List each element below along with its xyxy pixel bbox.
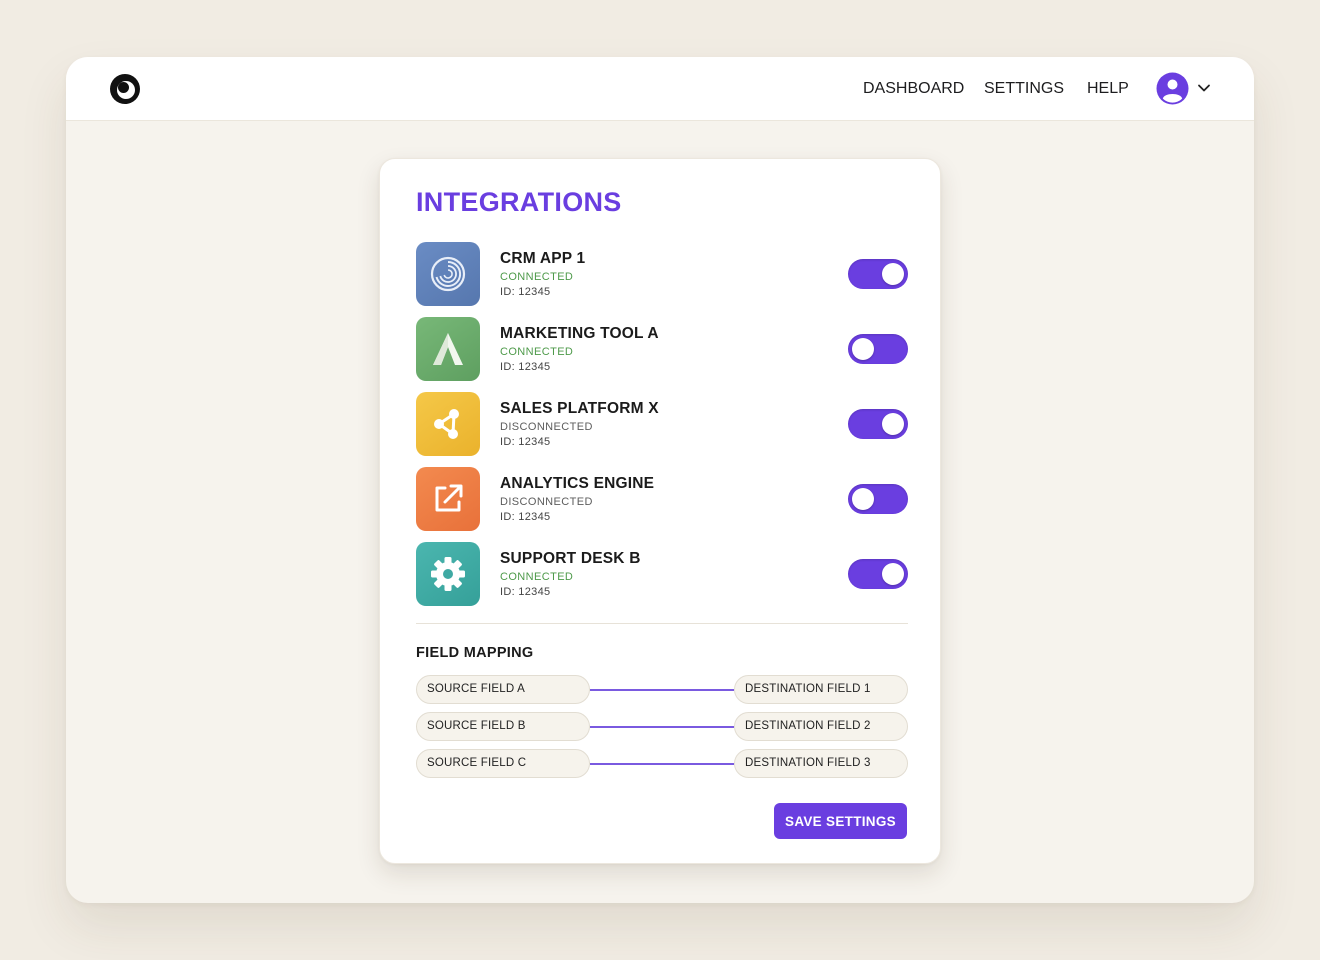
integration-status: DISCONNECTED bbox=[500, 421, 593, 433]
integration-status: DISCONNECTED bbox=[500, 496, 593, 508]
external-link-icon bbox=[435, 484, 463, 512]
support-desk-icon bbox=[416, 542, 480, 606]
save-settings-button[interactable]: SAVE SETTINGS bbox=[774, 803, 907, 839]
integration-name: CRM APP 1 bbox=[500, 250, 586, 267]
integration-row-sales-platform-x: SALES PLATFORM X DISCONNECTED ID: 12345 bbox=[416, 392, 908, 456]
integration-name: ANALYTICS ENGINE bbox=[500, 475, 655, 492]
integration-name: SALES PLATFORM X bbox=[500, 400, 659, 417]
integration-id: ID: 12345 bbox=[500, 361, 551, 373]
toggle-knob bbox=[882, 563, 904, 585]
mapping-connector-line bbox=[590, 689, 734, 691]
integration-status: CONNECTED bbox=[500, 346, 574, 358]
toggle-marketing-tool-a[interactable] bbox=[848, 334, 908, 364]
toggle-knob bbox=[882, 263, 904, 285]
integration-status: CONNECTED bbox=[500, 571, 574, 583]
letter-a-icon bbox=[433, 333, 463, 365]
share-nodes-icon bbox=[434, 409, 459, 439]
integration-row-analytics-engine: ANALYTICS ENGINE DISCONNECTED ID: 12345 bbox=[416, 467, 908, 531]
page-title: INTEGRATIONS bbox=[416, 187, 622, 217]
integration-row-support-desk-b: SUPPORT DESK B CONNECTED ID: 12345 bbox=[416, 542, 908, 606]
integration-name: SUPPORT DESK B bbox=[500, 550, 641, 567]
toggle-crm-app-1[interactable] bbox=[848, 259, 908, 289]
top-navigation-bar: DASHBOARD SETTINGS HELP bbox=[66, 57, 1254, 121]
toggle-sales-platform-x[interactable] bbox=[848, 409, 908, 439]
source-field-pill[interactable]: SOURCE FIELD B bbox=[416, 712, 590, 741]
field-mapping-row: SOURCE FIELD C DESTINATION FIELD 3 bbox=[416, 749, 908, 778]
section-divider bbox=[416, 623, 908, 624]
toggle-knob bbox=[852, 338, 874, 360]
integration-id: ID: 12345 bbox=[500, 586, 551, 598]
integration-row-marketing-tool-a: MARKETING TOOL A CONNECTED ID: 12345 bbox=[416, 317, 908, 381]
toggle-knob bbox=[882, 413, 904, 435]
field-mapping-row: SOURCE FIELD B DESTINATION FIELD 2 bbox=[416, 712, 908, 741]
source-field-pill[interactable]: SOURCE FIELD A bbox=[416, 675, 590, 704]
integration-id: ID: 12345 bbox=[500, 286, 551, 298]
nav-dashboard[interactable]: DASHBOARD bbox=[863, 80, 964, 98]
integration-row-crm-app-1: CRM APP 1 CONNECTED ID: 12345 bbox=[416, 242, 908, 306]
nav-settings[interactable]: SETTINGS bbox=[984, 80, 1064, 98]
integration-id: ID: 12345 bbox=[500, 511, 551, 523]
toggle-support-desk-b[interactable] bbox=[848, 559, 908, 589]
user-avatar-icon[interactable] bbox=[1156, 72, 1189, 105]
app-window: DASHBOARD SETTINGS HELP INTEGRATIONS CRM bbox=[66, 57, 1254, 903]
logo-icon[interactable] bbox=[109, 73, 141, 105]
field-mapping-row: SOURCE FIELD A DESTINATION FIELD 1 bbox=[416, 675, 908, 704]
integrations-card: INTEGRATIONS CRM APP 1 CONNECTED ID: 123… bbox=[379, 158, 941, 864]
integration-id: ID: 12345 bbox=[500, 436, 551, 448]
gear-icon bbox=[431, 557, 465, 591]
integration-name: MARKETING TOOL A bbox=[500, 325, 659, 342]
destination-field-pill[interactable]: DESTINATION FIELD 2 bbox=[734, 712, 908, 741]
crm-app-icon bbox=[416, 242, 480, 306]
sales-platform-icon bbox=[416, 392, 480, 456]
chevron-down-icon[interactable] bbox=[1197, 83, 1211, 93]
toggle-analytics-engine[interactable] bbox=[848, 484, 908, 514]
source-field-pill[interactable]: SOURCE FIELD C bbox=[416, 749, 590, 778]
mapping-connector-line bbox=[590, 763, 734, 765]
mapping-connector-line bbox=[590, 726, 734, 728]
destination-field-pill[interactable]: DESTINATION FIELD 3 bbox=[734, 749, 908, 778]
nav-help[interactable]: HELP bbox=[1087, 80, 1129, 98]
integration-status: CONNECTED bbox=[500, 271, 574, 283]
crm-swirl-icon bbox=[430, 256, 466, 292]
analytics-engine-icon bbox=[416, 467, 480, 531]
field-mapping-title: FIELD MAPPING bbox=[416, 645, 534, 661]
marketing-tool-icon bbox=[416, 317, 480, 381]
toggle-knob bbox=[852, 488, 874, 510]
destination-field-pill[interactable]: DESTINATION FIELD 1 bbox=[734, 675, 908, 704]
